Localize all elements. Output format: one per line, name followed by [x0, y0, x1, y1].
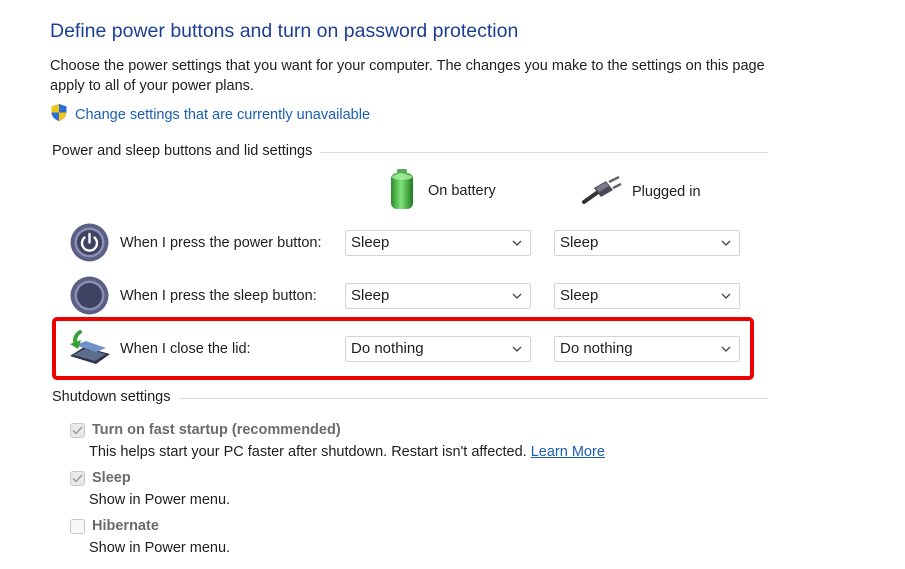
shutdown-section-header: Shutdown settings [52, 389, 768, 405]
column-plugged-in: Plugged in [582, 175, 701, 208]
column-plugged-in-label: Plugged in [632, 184, 701, 200]
sleep-checkbox[interactable]: Sleep [70, 470, 131, 486]
column-on-battery: On battery [386, 168, 496, 214]
sleep-label: Sleep [92, 470, 131, 486]
checkbox-checked-icon[interactable] [70, 422, 85, 438]
column-on-battery-label: On battery [428, 183, 496, 199]
power-button-plugged-select[interactable]: Sleep [554, 230, 740, 256]
page-title: Define power buttons and turn on passwor… [50, 20, 519, 42]
sleep-button-label: When I press the sleep button: [120, 288, 317, 304]
shutdown-section-heading: Shutdown settings [52, 389, 171, 405]
change-settings-link[interactable]: Change settings that are currently unava… [50, 103, 370, 126]
fast-startup-text: This helps start your PC faster after sh… [89, 444, 527, 460]
battery-icon [386, 168, 418, 214]
hibernate-label: Hibernate [92, 518, 159, 534]
fast-startup-label: Turn on fast startup (recommended) [92, 422, 341, 438]
page-description: Choose the power settings that you want … [50, 58, 765, 94]
checkbox-checked-icon[interactable] [70, 470, 85, 486]
hibernate-checkbox[interactable]: Hibernate [70, 518, 159, 534]
chevron-down-icon [721, 284, 731, 316]
power-button-label: When I press the power button: [120, 235, 322, 251]
lid-row-highlight [52, 317, 754, 380]
chevron-down-icon [512, 231, 522, 263]
fast-startup-description: This helps start your PC faster after sh… [89, 444, 605, 460]
power-plug-icon [582, 175, 622, 208]
checkbox-unchecked-icon[interactable] [70, 518, 85, 534]
sleep-description: Show in Power menu. [89, 492, 231, 508]
change-settings-link-label[interactable]: Change settings that are currently unava… [75, 107, 370, 123]
learn-more-link[interactable]: Learn More [531, 444, 605, 460]
chevron-down-icon [512, 284, 522, 316]
select-value: Sleep [560, 234, 599, 251]
uac-shield-icon [50, 103, 68, 126]
power-button-battery-select[interactable]: Sleep [345, 230, 531, 256]
sleep-button-icon [70, 276, 109, 320]
select-value: Sleep [351, 287, 390, 304]
select-value: Sleep [351, 234, 390, 251]
fast-startup-checkbox[interactable]: Turn on fast startup (recommended) [70, 422, 341, 438]
power-button-icon [70, 223, 109, 267]
hibernate-description: Show in Power menu. [89, 540, 231, 556]
power-section-header: Power and sleep buttons and lid settings [52, 143, 768, 159]
chevron-down-icon [721, 231, 731, 263]
sleep-button-plugged-select[interactable]: Sleep [554, 283, 740, 309]
select-value: Sleep [560, 287, 599, 304]
section-divider [320, 151, 768, 153]
power-section-heading: Power and sleep buttons and lid settings [52, 143, 313, 159]
section-divider [178, 397, 768, 399]
sleep-button-battery-select[interactable]: Sleep [345, 283, 531, 309]
